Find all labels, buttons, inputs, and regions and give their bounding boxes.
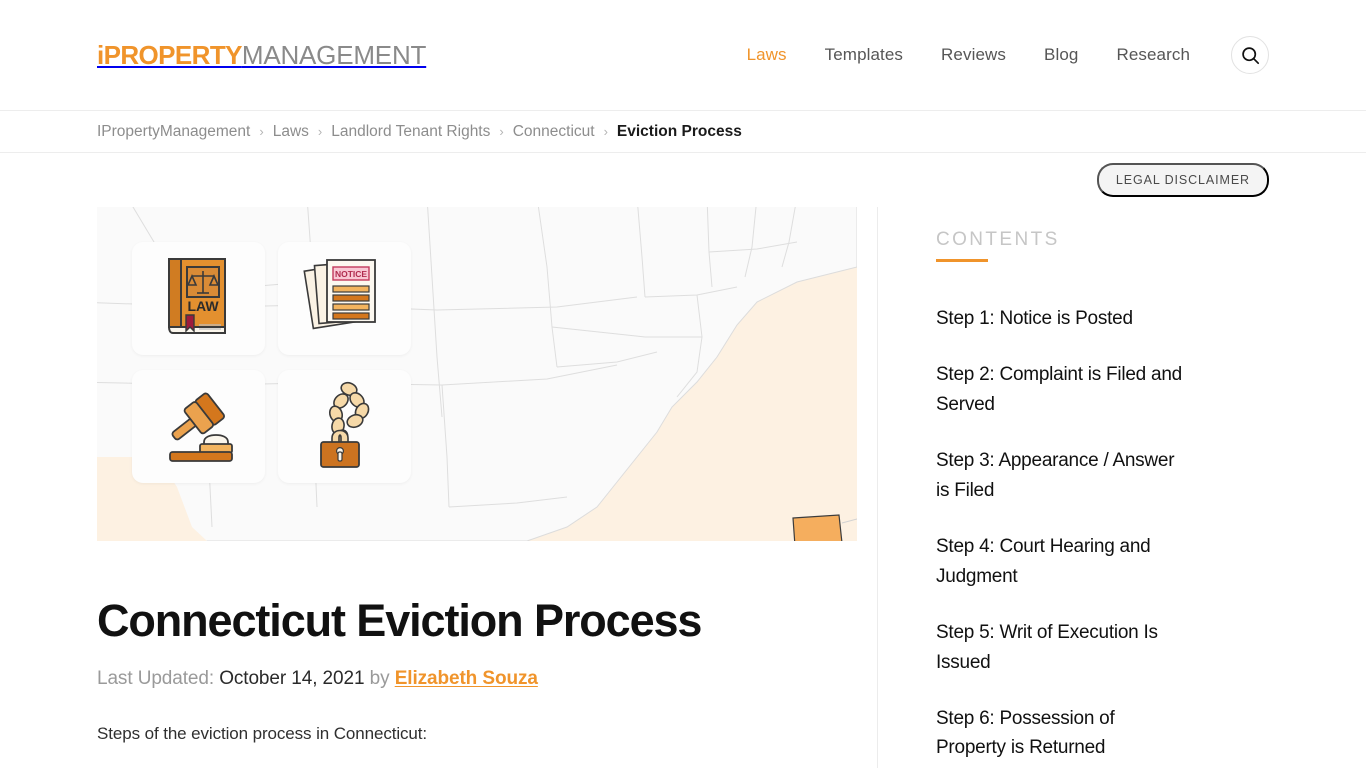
connecticut-highlight [792, 514, 843, 541]
intro-paragraph: Steps of the eviction process in Connect… [97, 723, 428, 743]
main-nav: Laws Templates Reviews Blog Research [728, 36, 1269, 74]
logo-brand-text: iPROPERTY [97, 39, 242, 70]
notice-documents-icon: NOTICE [302, 255, 387, 342]
table-of-contents: Step 1: Notice is Posted Step 2: Complai… [936, 304, 1188, 763]
breadcrumb-separator: › [259, 124, 264, 139]
padlock-chain-icon [305, 380, 385, 473]
byline: Last Updated: October 14, 2021 by Elizab… [97, 668, 813, 690]
breadcrumb-item-current: Eviction Process [616, 122, 742, 140]
logo-rest-text: MANAGEMENT [241, 39, 427, 70]
svg-text:LAW: LAW [187, 298, 219, 314]
breadcrumb-item-connecticut[interactable]: Connecticut [513, 123, 595, 141]
toc-item-step-2[interactable]: Step 2: Complaint is Filed and Served [936, 360, 1188, 419]
breadcrumb-item-ipropertymanagement[interactable]: IPropertyManagement [97, 123, 250, 141]
breadcrumb-separator: › [603, 124, 608, 139]
svg-text:NOTICE: NOTICE [334, 269, 366, 279]
toc-item-step-5[interactable]: Step 5: Writ of Execution Is Issued [936, 618, 1188, 677]
hero-image: LAW NOTICE [97, 207, 857, 541]
nav-item-research[interactable]: Research [1097, 45, 1209, 65]
page-title: Connecticut Eviction Process [97, 595, 702, 646]
breadcrumb-separator: › [317, 124, 323, 139]
legal-disclaimer-button[interactable]: LEGAL DISCLAIMER [1096, 163, 1269, 197]
site-header: iPROPERTY MANAGEMENT Laws Templates Revie… [0, 0, 1366, 110]
breadcrumb-item-landlord-tenant-rights[interactable]: Landlord Tenant Rights [331, 123, 490, 141]
law-book-icon: LAW [159, 253, 239, 344]
card-notice-documents: NOTICE [278, 242, 411, 355]
gavel-icon [154, 384, 244, 469]
card-gavel [132, 370, 265, 483]
nav-item-blog[interactable]: Blog [1025, 45, 1097, 65]
toc-item-step-1[interactable]: Step 1: Notice is Posted [936, 304, 1188, 333]
last-updated-label: Last Updated: [97, 667, 215, 689]
search-icon [1241, 46, 1260, 65]
disclaimer-row: LEGAL DISCLAIMER [0, 153, 1366, 207]
search-button[interactable] [1231, 36, 1269, 74]
contents-accent-rule [936, 259, 988, 262]
last-updated-date: October 14, 2021 [219, 667, 365, 689]
card-padlock-chain [278, 370, 411, 483]
breadcrumb-separator: › [499, 124, 504, 139]
toc-item-step-3[interactable]: Step 3: Appearance / Answer is Filed [936, 446, 1188, 505]
nav-item-templates[interactable]: Templates [806, 45, 922, 65]
card-law-book: LAW [132, 242, 265, 355]
author-link[interactable]: Elizabeth Souza [395, 668, 538, 689]
main-content: LAW NOTICE Connecticut Eviction Process … [97, 207, 877, 768]
contents-sidebar: CONTENTS Step 1: Notice is Posted Step 2… [878, 207, 1188, 768]
toc-item-step-6[interactable]: Step 6: Possession of Property is Return… [936, 704, 1188, 763]
contents-heading: CONTENTS [936, 229, 1060, 250]
by-label: by [369, 667, 390, 689]
nav-item-reviews[interactable]: Reviews [922, 45, 1025, 65]
hero-icon-cards: LAW NOTICE [132, 242, 411, 483]
toc-item-step-4[interactable]: Step 4: Court Hearing and Judgment [936, 532, 1188, 591]
breadcrumb-bar: IPropertyManagement › Laws › Landlord Te… [0, 110, 1366, 153]
site-logo[interactable]: iPROPERTY MANAGEMENT [97, 40, 426, 71]
breadcrumb-item-laws[interactable]: Laws [273, 123, 309, 141]
nav-item-laws[interactable]: Laws [728, 45, 806, 65]
page-layout: LAW NOTICE Connecticut Eviction Process … [0, 207, 1366, 768]
breadcrumb: IPropertyManagement › Laws › Landlord Te… [97, 123, 742, 141]
